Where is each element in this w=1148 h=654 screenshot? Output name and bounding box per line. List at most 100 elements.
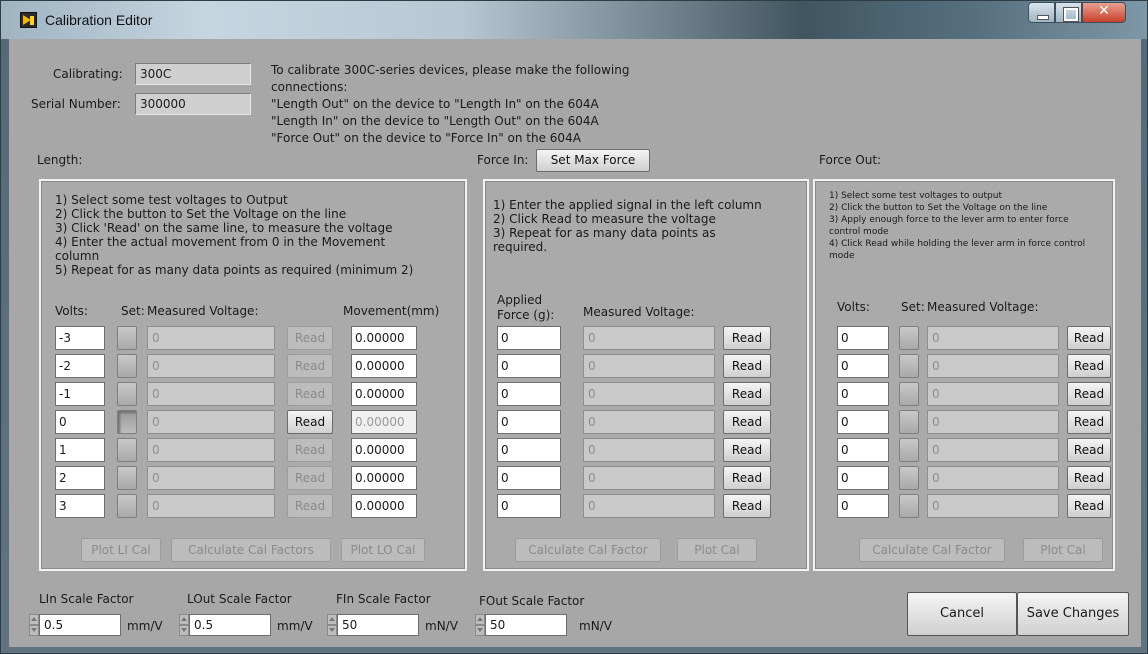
- set-voltage-button[interactable]: [899, 494, 919, 518]
- read-button[interactable]: Read: [723, 438, 771, 462]
- set-voltage-button[interactable]: [899, 326, 919, 350]
- save-changes-button[interactable]: Save Changes: [1017, 592, 1129, 636]
- measured-voltage-field: 0: [583, 494, 715, 518]
- measured-voltage-field: 0: [147, 326, 275, 350]
- plot-lo-cal-button[interactable]: Plot LO Cal: [341, 538, 425, 562]
- set-voltage-button[interactable]: [117, 438, 137, 462]
- lin-scale-factor-unit: mm/V: [127, 619, 163, 633]
- volts-input[interactable]: 0: [837, 466, 889, 490]
- fin-scale-factor-spinner[interactable]: [327, 614, 337, 636]
- volts-input[interactable]: 1: [55, 438, 105, 462]
- volts-input[interactable]: -2: [55, 354, 105, 378]
- volts-input[interactable]: 0: [837, 354, 889, 378]
- movement-input[interactable]: 0.00000: [351, 354, 417, 378]
- read-button[interactable]: Read: [287, 382, 333, 406]
- close-button[interactable]: ✕: [1082, 2, 1126, 23]
- minimize-button[interactable]: [1028, 2, 1055, 23]
- plot-cal-button[interactable]: Plot Cal: [677, 538, 757, 562]
- calculate-cal-factors-button[interactable]: Calculate Cal Factors: [171, 538, 331, 562]
- movement-input[interactable]: 0.00000: [351, 466, 417, 490]
- plot-li-cal-button[interactable]: Plot LI Cal: [81, 538, 161, 562]
- fout-scale-factor-spinner[interactable]: [475, 614, 485, 636]
- set-voltage-button[interactable]: [117, 326, 137, 350]
- applied-force-input[interactable]: 0: [497, 382, 561, 406]
- read-button[interactable]: Read: [1067, 494, 1111, 518]
- lin-scale-factor-input[interactable]: 0.5: [39, 614, 121, 636]
- calculate-cal-factor-button[interactable]: Calculate Cal Factor: [859, 538, 1005, 562]
- read-button[interactable]: Read: [723, 354, 771, 378]
- volts-input[interactable]: 0: [837, 326, 889, 350]
- fout-scale-factor-input[interactable]: 50: [485, 614, 567, 636]
- fin-scale-factor-unit: mN/V: [425, 619, 458, 633]
- set-voltage-button[interactable]: [899, 354, 919, 378]
- set-voltage-button[interactable]: [117, 466, 137, 490]
- fin-scale-factor-input[interactable]: 50: [337, 614, 419, 636]
- applied-force-input[interactable]: 0: [497, 354, 561, 378]
- instruction-line: "Force Out" on the device to "Force In" …: [271, 131, 581, 145]
- lout-scale-factor-label: LOut Scale Factor: [187, 592, 292, 606]
- set-voltage-button[interactable]: [117, 382, 137, 406]
- volts-input[interactable]: -1: [55, 382, 105, 406]
- length-panel: 1) Select some test voltages to Output 2…: [39, 179, 467, 571]
- volts-input[interactable]: 0: [837, 410, 889, 434]
- volts-input[interactable]: 0: [837, 438, 889, 462]
- movement-input[interactable]: 0.00000: [351, 326, 417, 350]
- instruction-line: connections:: [271, 80, 348, 94]
- set-column-header: Set:: [901, 300, 925, 314]
- set-voltage-button[interactable]: [117, 494, 137, 518]
- lin-scale-factor-spinner[interactable]: [29, 614, 39, 636]
- volts-input[interactable]: 3: [55, 494, 105, 518]
- read-button[interactable]: Read: [1067, 382, 1111, 406]
- applied-force-input[interactable]: 0: [497, 410, 561, 434]
- applied-force-input[interactable]: 0: [497, 466, 561, 490]
- volts-input[interactable]: 0: [837, 382, 889, 406]
- measured-voltage-field: 0: [147, 438, 275, 462]
- set-voltage-button[interactable]: [117, 410, 137, 434]
- read-button[interactable]: Read: [723, 466, 771, 490]
- calculate-cal-factor-button[interactable]: Calculate Cal Factor: [515, 538, 661, 562]
- read-button[interactable]: Read: [287, 494, 333, 518]
- volts-input[interactable]: 0: [837, 494, 889, 518]
- force-out-instructions: 1) Select some test voltages to output 2…: [829, 191, 1086, 261]
- set-voltage-button[interactable]: [899, 410, 919, 434]
- read-button[interactable]: Read: [287, 354, 333, 378]
- set-voltage-button[interactable]: [117, 354, 137, 378]
- volts-input[interactable]: -3: [55, 326, 105, 350]
- measured-voltage-column-header: Measured Voltage:: [583, 305, 695, 319]
- read-button[interactable]: Read: [287, 466, 333, 490]
- volts-input[interactable]: 2: [55, 466, 105, 490]
- read-button[interactable]: Read: [723, 410, 771, 434]
- set-voltage-button[interactable]: [899, 438, 919, 462]
- movement-input[interactable]: 0.00000: [351, 438, 417, 462]
- applied-force-input[interactable]: 0: [497, 494, 561, 518]
- read-button[interactable]: Read: [723, 382, 771, 406]
- volts-input[interactable]: 0: [55, 410, 105, 434]
- set-voltage-button[interactable]: [899, 382, 919, 406]
- read-button[interactable]: Read: [1067, 438, 1111, 462]
- read-button[interactable]: Read: [1067, 466, 1111, 490]
- read-button[interactable]: Read: [287, 326, 333, 350]
- lout-scale-factor-spinner[interactable]: [179, 614, 189, 636]
- read-button[interactable]: Read: [287, 438, 333, 462]
- read-button[interactable]: Read: [723, 494, 771, 518]
- read-button[interactable]: Read: [1067, 410, 1111, 434]
- lout-scale-factor-input[interactable]: 0.5: [189, 614, 271, 636]
- plot-cal-button[interactable]: Plot Cal: [1023, 538, 1103, 562]
- movement-input[interactable]: 0.00000: [351, 410, 417, 434]
- serial-number-label: Serial Number:: [31, 97, 121, 111]
- read-button[interactable]: Read: [287, 410, 333, 434]
- set-voltage-button[interactable]: [899, 466, 919, 490]
- read-button[interactable]: Read: [1067, 326, 1111, 350]
- instruction-line: To calibrate 300C-series devices, please…: [271, 63, 630, 77]
- cancel-button[interactable]: Cancel: [907, 592, 1017, 636]
- applied-force-input[interactable]: 0: [497, 326, 561, 350]
- maximize-button[interactable]: [1055, 2, 1082, 23]
- read-button[interactable]: Read: [723, 326, 771, 350]
- title-bar[interactable]: Calibration Editor ✕: [1, 1, 1147, 39]
- movement-input[interactable]: 0.00000: [351, 494, 417, 518]
- set-max-force-button[interactable]: Set Max Force: [536, 149, 650, 172]
- read-button[interactable]: Read: [1067, 354, 1111, 378]
- movement-input[interactable]: 0.00000: [351, 382, 417, 406]
- length-section-title: Length:: [37, 153, 83, 167]
- applied-force-input[interactable]: 0: [497, 438, 561, 462]
